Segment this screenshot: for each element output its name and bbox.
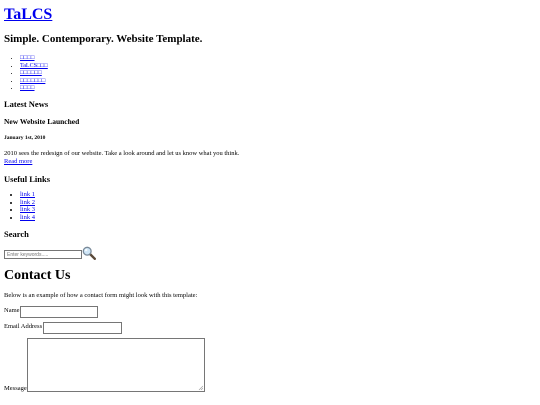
menu-link-1[interactable]: □□□□ — [20, 55, 35, 61]
magnifier-icon — [82, 246, 97, 261]
useful-link-3[interactable]: link 3 — [20, 206, 35, 213]
site-tagline: Simple. Contemporary. Website Template. — [4, 33, 203, 45]
contact-intro: Below is an example of how a contact for… — [4, 292, 198, 299]
menu-item: TaLCS□□□ — [20, 63, 48, 71]
menu-item: □□□□ — [20, 85, 48, 93]
message-label: Message — [4, 385, 27, 392]
latest-news-heading: Latest News — [4, 99, 49, 109]
main-menu: □□□□ TaLCS□□□ □□□□□□ □□□□□□□ □□□□ — [4, 55, 48, 93]
menu-item: □□□□□□□ — [20, 78, 48, 86]
menu-item: □□□□□□ — [20, 70, 48, 78]
list-item: link 3 — [20, 206, 35, 214]
site-title-link[interactable]: TaLCS — [4, 6, 52, 23]
menu-link-2[interactable]: TaLCS□□□ — [20, 63, 48, 69]
read-more-link[interactable]: Read more — [4, 158, 404, 166]
email-field[interactable] — [43, 322, 122, 334]
useful-link-1[interactable]: link 1 — [20, 191, 35, 198]
useful-links-heading: Useful Links — [4, 174, 51, 184]
menu-link-3[interactable]: □□□□□□ — [20, 70, 42, 76]
news-item-title: New Website Launched — [4, 117, 80, 126]
menu-link-5[interactable]: □□□□ — [20, 85, 35, 91]
search-heading: Search — [4, 229, 29, 239]
menu-item: □□□□ — [20, 55, 48, 63]
name-field[interactable] — [20, 306, 98, 318]
message-field[interactable] — [27, 338, 205, 392]
useful-link-4[interactable]: link 4 — [20, 214, 35, 221]
news-item-text: 2010 sees the redesign of our website. T… — [4, 150, 240, 157]
menu-link-4[interactable]: □□□□□□□ — [20, 78, 45, 84]
search-button[interactable] — [82, 246, 97, 261]
email-label: Email Address — [4, 323, 43, 330]
news-item-date: January 1st, 2010 — [4, 135, 46, 141]
name-label: Name — [4, 307, 20, 314]
site-title: TaLCS — [4, 4, 52, 26]
list-item: link 2 — [20, 199, 35, 207]
contact-heading: Contact Us — [4, 268, 71, 283]
resize-grip-icon[interactable] — [198, 385, 203, 390]
list-item: link 4 — [20, 214, 35, 222]
useful-link-2[interactable]: link 2 — [20, 199, 35, 206]
search-input[interactable] — [4, 250, 82, 259]
list-item: link 1 — [20, 191, 35, 199]
useful-links-list: link 1 link 2 link 3 link 4 — [4, 191, 35, 221]
news-item-body: 2010 sees the redesign of our website. T… — [4, 150, 404, 166]
